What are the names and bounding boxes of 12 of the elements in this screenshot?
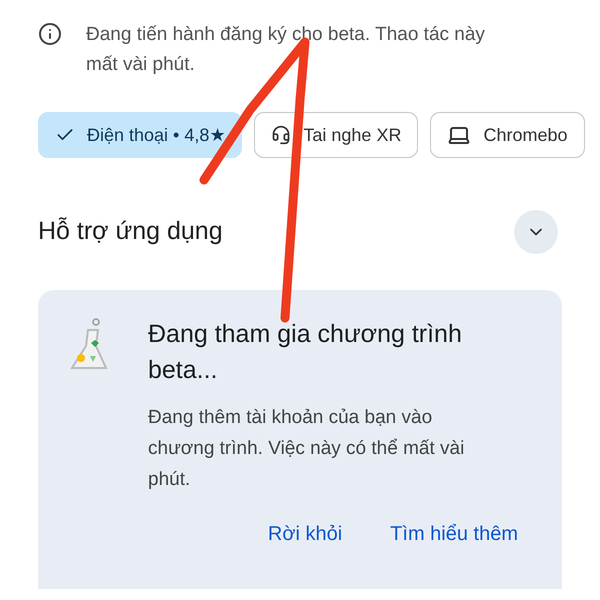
section-title: Hỗ trợ ứng dụng	[38, 216, 223, 248]
filter-chip[interactable]: Chromebo	[430, 112, 584, 158]
filter-chip[interactable]: Điện thoại • 4,8★	[38, 112, 242, 158]
card-title: Đang tham gia chương trình beta...	[148, 319, 463, 386]
card-body: Đang thêm tài khoản của bạn vào chương trình. Việc này có thể mất vài phút.	[148, 406, 466, 492]
info-icon	[38, 22, 62, 46]
notice-text: Đang tiến hành đăng ký cho beta. Thao tác này mất vài phút.	[86, 23, 486, 77]
headset-icon	[271, 125, 292, 145]
expand-button[interactable]	[514, 210, 558, 254]
text-button[interactable]: Rời khỏi	[268, 519, 342, 549]
text-button[interactable]: Tìm hiểu thêm	[390, 519, 518, 549]
filter-chip[interactable]: Tai nghe XR	[254, 112, 418, 158]
